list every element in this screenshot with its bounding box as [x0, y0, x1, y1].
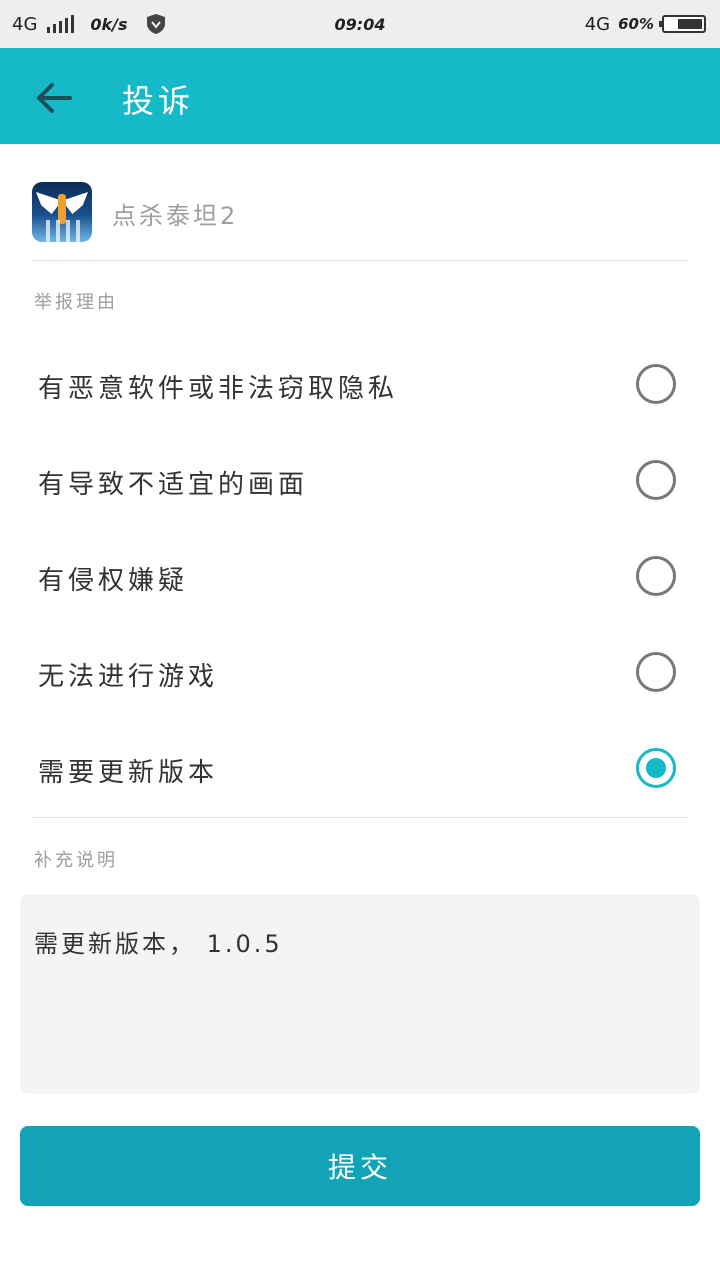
supplement-label: 补充说明: [34, 850, 118, 871]
reason-label: 有导致不适宜的画面: [38, 470, 309, 500]
app-info: 点杀泰坦2: [32, 182, 688, 261]
reason-option[interactable]: 需要更新版本: [0, 720, 720, 816]
app-name: 点杀泰坦2: [112, 202, 239, 230]
reason-option[interactable]: 有恶意软件或非法窃取隐私: [0, 336, 720, 432]
radio-button[interactable]: [636, 652, 676, 692]
supplement-input[interactable]: 需更新版本， 1.0.5: [20, 894, 700, 1094]
reason-label: 有恶意软件或非法窃取隐私: [38, 374, 399, 404]
reason-label: 无法进行游戏: [38, 662, 219, 692]
network-type-right: 4G: [584, 13, 611, 35]
reasons-label: 举报理由: [34, 292, 118, 313]
status-bar: 4G 0k/s 09:04 4G 60%: [0, 0, 720, 48]
radio-button[interactable]: [636, 364, 676, 404]
battery-icon: [659, 15, 706, 33]
app-icon: [32, 182, 92, 242]
arrow-left-icon[interactable]: [34, 78, 74, 118]
radio-button[interactable]: [636, 556, 676, 596]
radio-button[interactable]: [636, 748, 676, 788]
page-title: 投诉: [122, 82, 195, 120]
reason-label: 有侵权嫌疑: [38, 566, 189, 596]
radio-button[interactable]: [636, 460, 676, 500]
battery-percent: 60%: [618, 15, 654, 33]
reason-option[interactable]: 无法进行游戏: [0, 624, 720, 720]
status-right: 4G 60%: [585, 0, 706, 48]
divider: [32, 817, 688, 818]
toolbar: 投诉: [0, 48, 720, 144]
submit-button[interactable]: 提交: [20, 1126, 700, 1206]
reason-option[interactable]: 有侵权嫌疑: [0, 528, 720, 624]
reason-option[interactable]: 有导致不适宜的画面: [0, 432, 720, 528]
reason-label: 需要更新版本: [38, 758, 219, 788]
